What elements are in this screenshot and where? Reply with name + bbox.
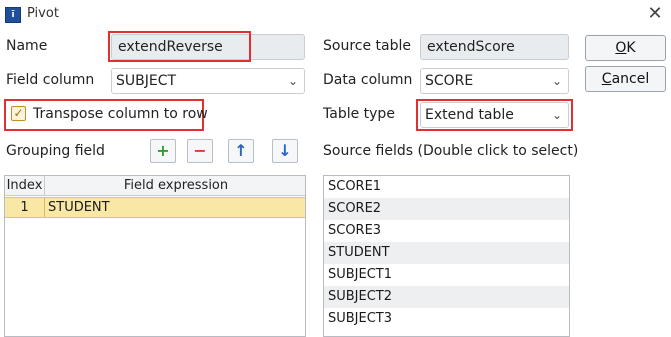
row-index: 1 bbox=[5, 198, 45, 217]
grouping-field-label: Grouping field bbox=[6, 143, 105, 159]
data-column-select[interactable]: SCORE ⌄ bbox=[420, 68, 569, 94]
arrow-up-icon: ↑ bbox=[234, 141, 248, 160]
column-header-expression[interactable]: Field expression bbox=[45, 176, 305, 196]
app-icon: ī bbox=[5, 7, 21, 23]
data-column-label: Data column bbox=[323, 72, 413, 88]
list-item[interactable]: STUDENT bbox=[324, 242, 569, 264]
add-row-button[interactable]: + bbox=[150, 139, 176, 163]
title-bar: ī Pivot ✕ bbox=[0, 0, 671, 30]
move-down-button[interactable]: ↓ bbox=[272, 139, 298, 163]
arrow-down-icon: ↓ bbox=[278, 141, 292, 160]
table-type-highlight bbox=[416, 99, 573, 131]
row-expression[interactable]: STUDENT bbox=[48, 198, 110, 217]
name-highlight bbox=[108, 31, 251, 62]
source-table-value: extendScore bbox=[427, 39, 515, 55]
list-item[interactable]: SCORE1 bbox=[324, 176, 569, 198]
remove-icon: − bbox=[193, 141, 207, 160]
move-up-button[interactable]: ↑ bbox=[228, 139, 254, 163]
close-icon[interactable]: ✕ bbox=[644, 3, 666, 25]
list-item[interactable]: SUBJECT1 bbox=[324, 264, 569, 286]
cancel-button[interactable]: Cancel bbox=[585, 66, 666, 92]
source-fields-list[interactable]: SCORE1 SCORE2 SCORE3 STUDENT SUBJECT1 SU… bbox=[323, 175, 570, 337]
list-item[interactable]: SCORE2 bbox=[324, 198, 569, 220]
ok-rest: K bbox=[626, 40, 636, 56]
cancel-mnemonic: C bbox=[601, 71, 612, 87]
column-header-index[interactable]: Index bbox=[5, 176, 45, 196]
list-item[interactable]: SUBJECT2 bbox=[324, 286, 569, 308]
transpose-checkbox[interactable]: ✓ bbox=[11, 106, 26, 121]
name-label: Name bbox=[6, 38, 48, 54]
transpose-label: Transpose column to row bbox=[33, 106, 208, 122]
field-column-value: SUBJECT bbox=[116, 73, 177, 89]
source-fields-label: Source fields (Double click to select) bbox=[323, 143, 579, 159]
source-table-label: Source table bbox=[323, 38, 411, 54]
window-title: Pivot bbox=[27, 6, 59, 21]
remove-row-button[interactable]: − bbox=[187, 139, 213, 163]
table-type-label: Table type bbox=[323, 106, 395, 122]
field-column-select[interactable]: SUBJECT ⌄ bbox=[111, 68, 305, 94]
grouping-table[interactable]: Index Field expression 1 STUDENT bbox=[4, 175, 306, 337]
cancel-rest: ancel bbox=[611, 71, 650, 87]
add-icon: + bbox=[156, 141, 170, 160]
data-column-value: SCORE bbox=[425, 73, 474, 89]
ok-button[interactable]: OK bbox=[585, 35, 666, 61]
list-item[interactable]: SUBJECT3 bbox=[324, 308, 569, 330]
ok-mnemonic: O bbox=[615, 40, 627, 56]
chevron-down-icon: ⌄ bbox=[287, 74, 298, 88]
table-row[interactable]: 1 STUDENT bbox=[5, 197, 305, 218]
source-table-field: extendScore bbox=[420, 34, 569, 60]
field-column-label: Field column bbox=[6, 72, 95, 88]
list-item[interactable]: SCORE3 bbox=[324, 220, 569, 242]
chevron-down-icon: ⌄ bbox=[551, 74, 562, 88]
table-header: Index Field expression bbox=[5, 176, 305, 196]
